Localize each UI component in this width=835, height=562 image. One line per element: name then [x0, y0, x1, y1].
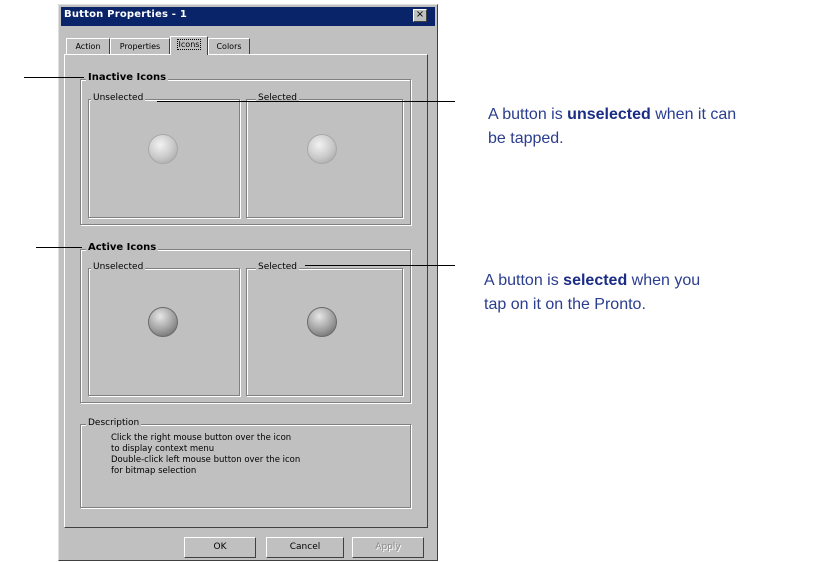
tab-properties-label: Properties	[119, 42, 161, 51]
active-selected-label: Selected	[256, 262, 300, 272]
round-button-icon[interactable]	[148, 307, 178, 337]
active-unselected-label: Unselected	[91, 262, 146, 272]
ok-button[interactable]: OK	[184, 537, 256, 558]
close-button[interactable]: ×	[413, 9, 427, 22]
description-line: Double-click left mouse button over the …	[111, 455, 301, 465]
selected-note-keyword: selected	[563, 272, 628, 289]
callout-line-unselected	[157, 101, 455, 102]
close-icon: ×	[415, 9, 425, 20]
selected-note-text: when you	[627, 272, 701, 289]
callout-line-selected	[305, 265, 455, 266]
callout-line-active-group	[36, 247, 82, 248]
tab-colors[interactable]: Colors	[208, 38, 250, 54]
unselected-note-text: when it can	[650, 106, 737, 123]
selected-note: A button is selected when you tap on it …	[484, 269, 824, 317]
inactive-icons-title: Inactive Icons	[86, 72, 169, 83]
description-line: Click the right mouse button over the ic…	[111, 433, 292, 443]
selected-note-text: tap on it on the Pronto.	[484, 296, 646, 313]
tab-icons[interactable]: Icons	[170, 36, 208, 55]
tab-action[interactable]: Action	[66, 38, 110, 54]
round-button-icon[interactable]	[307, 307, 337, 337]
unselected-note: A button is unselected when it can be ta…	[488, 103, 833, 151]
tab-colors-label: Colors	[216, 42, 242, 51]
description-line: to display context menu	[111, 444, 215, 454]
tab-icons-label: Icons	[176, 39, 202, 50]
description-title: Description	[86, 418, 142, 428]
tab-properties[interactable]: Properties	[110, 38, 170, 54]
apply-button[interactable]: Apply	[352, 537, 424, 558]
callout-line-inactive-group	[24, 77, 84, 78]
inactive-unselected-label: Unselected	[91, 93, 146, 103]
round-button-icon[interactable]	[148, 134, 178, 164]
unselected-note-text: be tapped.	[488, 130, 564, 147]
unselected-note-keyword: unselected	[567, 106, 651, 123]
cancel-button[interactable]: Cancel	[266, 537, 344, 558]
tab-action-label: Action	[75, 42, 101, 51]
active-icons-title: Active Icons	[86, 242, 159, 253]
description-line: for bitmap selection	[111, 466, 197, 476]
unselected-note-text: A button is	[488, 106, 568, 123]
selected-note-text: A button is	[484, 272, 564, 289]
round-button-icon[interactable]	[307, 134, 337, 164]
window-title: Button Properties - 1	[64, 9, 187, 20]
